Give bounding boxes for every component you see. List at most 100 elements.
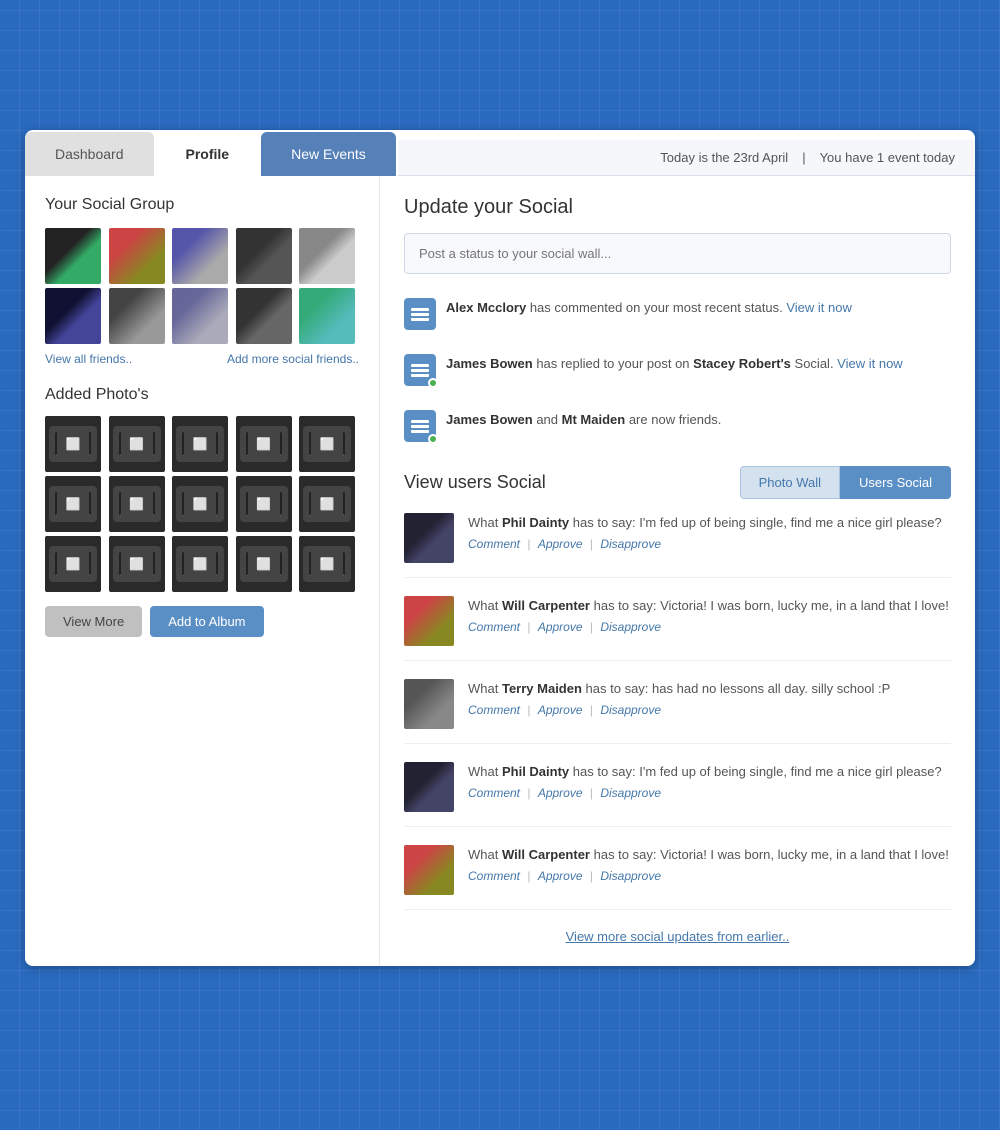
comment-icon — [404, 298, 436, 330]
sep-4b: | — [590, 786, 596, 800]
friend-thumb-7[interactable] — [109, 288, 165, 344]
sep-2b: | — [590, 620, 596, 634]
post-5-actions: Comment | Approve | Disapprove — [468, 869, 951, 883]
photo-thumb-9[interactable] — [236, 476, 292, 532]
photo-thumb-3[interactable] — [172, 416, 228, 472]
sep-2a: | — [527, 620, 533, 634]
notif-2-link[interactable]: View it now — [837, 356, 903, 371]
post-1-content: What Phil Dainty has to say: I'm fed up … — [468, 513, 951, 551]
photo-thumb-14[interactable] — [236, 536, 292, 592]
friend-thumb-5[interactable] — [299, 228, 355, 284]
post-2-avatar[interactable] — [404, 596, 454, 646]
sep-3a: | — [527, 703, 533, 717]
notification-3: James Bowen and Mt Maiden are now friend… — [404, 404, 951, 448]
post-3-actions: Comment | Approve | Disapprove — [468, 703, 951, 717]
photo-thumb-2[interactable] — [109, 416, 165, 472]
sep-3b: | — [590, 703, 596, 717]
post-3-comment[interactable]: Comment — [468, 703, 520, 717]
notif-2-user: James Bowen — [446, 356, 533, 371]
main-container: Dashboard Profile New Events Today is th… — [25, 130, 975, 966]
add-more-friends-link[interactable]: Add more social friends.. — [227, 352, 359, 366]
post-2-prefix: has to say: — [594, 598, 660, 613]
green-dot-icon — [428, 378, 438, 388]
post-3-avatar[interactable] — [404, 679, 454, 729]
social-header: View users Social Photo Wall Users Socia… — [404, 466, 951, 499]
post-4-comment[interactable]: Comment — [468, 786, 520, 800]
tab-dashboard[interactable]: Dashboard — [25, 132, 154, 176]
post-1-text: What Phil Dainty has to say: I'm fed up … — [468, 513, 951, 533]
post-3-approve[interactable]: Approve — [538, 703, 583, 717]
photo-thumb-7[interactable] — [109, 476, 165, 532]
post-5-avatar[interactable] — [404, 845, 454, 895]
photo-thumb-8[interactable] — [172, 476, 228, 532]
date-text: Today is the 23rd April — [660, 150, 788, 165]
post-4-user: Phil Dainty — [502, 764, 569, 779]
photo-thumb-1[interactable] — [45, 416, 101, 472]
photo-thumb-5[interactable] — [299, 416, 355, 472]
view-all-friends-link[interactable]: View all friends.. — [45, 352, 132, 366]
post-3-content: What Terry Maiden has to say: has had no… — [468, 679, 951, 717]
tab-new-events[interactable]: New Events — [261, 132, 396, 176]
view-more-link-container: View more social updates from earlier.. — [404, 928, 951, 946]
friend-thumb-6[interactable] — [45, 288, 101, 344]
friend-thumb-4[interactable] — [236, 228, 292, 284]
add-to-album-button[interactable]: Add to Album — [150, 606, 263, 637]
social-post-1: What Phil Dainty has to say: I'm fed up … — [404, 513, 951, 578]
post-4-disapprove[interactable]: Disapprove — [600, 786, 661, 800]
post-3-body: has had no lessons all day. silly school… — [652, 681, 890, 696]
post-5-approve[interactable]: Approve — [538, 869, 583, 883]
friend-thumb-1[interactable] — [45, 228, 101, 284]
post-2-approve[interactable]: Approve — [538, 620, 583, 634]
social-btn-group: Photo Wall Users Social — [740, 466, 951, 499]
notif-1-text: Alex Mcclory has commented on your most … — [446, 298, 852, 318]
post-5-text: What Will Carpenter has to say: Victoria… — [468, 845, 951, 865]
view-more-social-link[interactable]: View more social updates from earlier.. — [566, 929, 790, 944]
notif-1-link[interactable]: View it now — [786, 300, 852, 315]
photo-thumb-12[interactable] — [109, 536, 165, 592]
post-5-comment[interactable]: Comment — [468, 869, 520, 883]
photo-thumb-15[interactable] — [299, 536, 355, 592]
sep-5a: | — [527, 869, 533, 883]
friends-grid — [45, 228, 359, 344]
photo-thumb-4[interactable] — [236, 416, 292, 472]
post-1-actions: Comment | Approve | Disapprove — [468, 537, 951, 551]
photo-thumb-13[interactable] — [172, 536, 228, 592]
friend-thumb-9[interactable] — [236, 288, 292, 344]
friend-thumb-10[interactable] — [299, 288, 355, 344]
post-5-disapprove[interactable]: Disapprove — [600, 869, 661, 883]
post-2-disapprove[interactable]: Disapprove — [600, 620, 661, 634]
event-text: You have 1 event today — [820, 150, 955, 165]
social-post-2: What Will Carpenter has to say: Victoria… — [404, 596, 951, 661]
post-4-approve[interactable]: Approve — [538, 786, 583, 800]
status-input[interactable] — [404, 233, 951, 274]
photo-wall-button[interactable]: Photo Wall — [740, 466, 840, 499]
post-4-content: What Phil Dainty has to say: I'm fed up … — [468, 762, 951, 800]
post-4-avatar[interactable] — [404, 762, 454, 812]
post-1-approve[interactable]: Approve — [538, 537, 583, 551]
update-title: Update your Social — [404, 196, 951, 219]
sep-1b: | — [590, 537, 596, 551]
post-1-comment[interactable]: Comment — [468, 537, 520, 551]
photo-thumb-11[interactable] — [45, 536, 101, 592]
post-5-user: Will Carpenter — [502, 847, 590, 862]
green-dot-icon-2 — [428, 434, 438, 444]
added-photos-title: Added Photo's — [45, 386, 359, 404]
photo-thumb-6[interactable] — [45, 476, 101, 532]
view-users-social-title: View users Social — [404, 472, 740, 493]
post-3-disapprove[interactable]: Disapprove — [600, 703, 661, 717]
main-content: Your Social Group View all friends.. Add… — [25, 176, 975, 966]
tab-bar: Dashboard Profile New Events Today is th… — [25, 130, 975, 176]
friend-thumb-8[interactable] — [172, 288, 228, 344]
post-2-comment[interactable]: Comment — [468, 620, 520, 634]
friend-thumb-3[interactable] — [172, 228, 228, 284]
post-1-avatar[interactable] — [404, 513, 454, 563]
reply-icon — [404, 354, 436, 386]
photo-thumb-10[interactable] — [299, 476, 355, 532]
tab-profile[interactable]: Profile — [156, 130, 260, 176]
post-3-user: Terry Maiden — [502, 681, 582, 696]
friend-thumb-2[interactable] — [109, 228, 165, 284]
social-post-3: What Terry Maiden has to say: has had no… — [404, 679, 951, 744]
view-more-button[interactable]: View More — [45, 606, 142, 637]
users-social-button[interactable]: Users Social — [840, 466, 951, 499]
post-1-disapprove[interactable]: Disapprove — [600, 537, 661, 551]
